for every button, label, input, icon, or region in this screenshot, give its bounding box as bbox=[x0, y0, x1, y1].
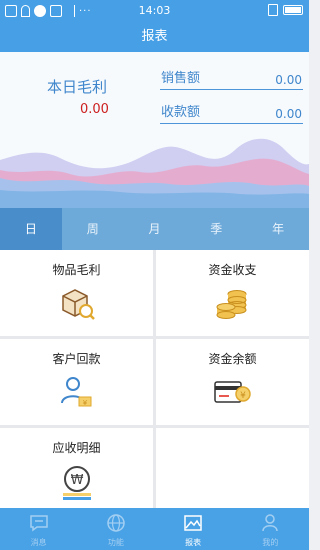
nav-item-profile[interactable]: 我的 bbox=[232, 508, 309, 550]
person-icon bbox=[262, 514, 279, 532]
bottom-nav: 消息 功能 报表 我的 bbox=[0, 508, 309, 550]
image-chart-icon bbox=[184, 515, 202, 531]
battery-icon bbox=[283, 5, 303, 15]
daily-profit-value: 0.00 bbox=[80, 102, 109, 117]
nav-label: 我的 bbox=[262, 538, 279, 547]
nav-item-messages[interactable]: 消息 bbox=[0, 508, 77, 550]
sim-card-icon bbox=[268, 4, 278, 16]
tab-day[interactable]: 日 bbox=[0, 208, 62, 250]
card-title: 应收明细 bbox=[52, 441, 101, 455]
card-empty bbox=[156, 428, 309, 508]
tab-year[interactable]: 年 bbox=[247, 208, 309, 250]
card-title: 物品毛利 bbox=[52, 263, 101, 277]
card-item-customer-payment[interactable]: 客户回款 ¥ bbox=[0, 339, 153, 425]
sales-label: 销售额 bbox=[161, 71, 201, 86]
svg-text:₩: ₩ bbox=[70, 473, 83, 488]
card-item-fund-balance[interactable]: 资金余额 ¥ bbox=[156, 339, 309, 425]
nav-item-functions[interactable]: 功能 bbox=[77, 508, 154, 550]
won-coin-icon: ₩ bbox=[62, 466, 91, 500]
box-magnifier-icon bbox=[61, 289, 95, 320]
tab-quarter[interactable]: 季 bbox=[185, 208, 247, 250]
card-title: 资金余额 bbox=[208, 352, 257, 366]
card-balance-icon: ¥ bbox=[213, 381, 251, 403]
daily-profit-label: 本日毛利 bbox=[47, 78, 108, 96]
nav-label: 消息 bbox=[30, 538, 47, 547]
globe-icon bbox=[107, 514, 125, 532]
coin-stack-icon bbox=[216, 290, 246, 319]
message-icon bbox=[29, 515, 48, 532]
sales-row: 销售额 0.00 bbox=[160, 68, 303, 90]
card-item-cashflow[interactable]: 资金收支 bbox=[156, 250, 309, 336]
period-tabs: 日 周 月 季 年 bbox=[0, 208, 309, 250]
nav-label: 报表 bbox=[185, 538, 202, 547]
decorative-waves bbox=[0, 138, 309, 208]
collection-row: 收款额 0.00 bbox=[160, 102, 303, 124]
nav-label: 功能 bbox=[107, 538, 124, 547]
collection-label: 收款额 bbox=[161, 105, 201, 120]
card-title: 资金收支 bbox=[208, 263, 257, 277]
tab-week[interactable]: 周 bbox=[62, 208, 124, 250]
status-bar: ··· 14:03 bbox=[0, 0, 309, 22]
status-icons-right bbox=[268, 4, 303, 16]
sales-value: 0.00 bbox=[275, 73, 302, 87]
svg-text:¥: ¥ bbox=[82, 399, 87, 407]
page-title: 报表 bbox=[0, 22, 309, 52]
card-title: 客户回款 bbox=[52, 352, 101, 366]
customer-payment-icon: ¥ bbox=[60, 377, 91, 407]
tab-month[interactable]: 月 bbox=[124, 208, 186, 250]
status-time: 14:03 bbox=[138, 4, 171, 17]
card-item-receivables[interactable]: 应收明细 ₩ bbox=[0, 428, 153, 508]
svg-text:¥: ¥ bbox=[240, 391, 246, 401]
summary-panel: 本日毛利 0.00 销售额 0.00 收款额 0.00 bbox=[0, 52, 309, 208]
collection-value: 0.00 bbox=[275, 107, 302, 121]
card-item-profit[interactable]: 物品毛利 bbox=[0, 250, 153, 336]
nav-item-reports[interactable]: 报表 bbox=[155, 508, 232, 550]
report-grid: 物品毛利 资金收支 客户回款 ¥ 资金余额 ¥ 应收明细 ₩ bbox=[0, 250, 309, 508]
